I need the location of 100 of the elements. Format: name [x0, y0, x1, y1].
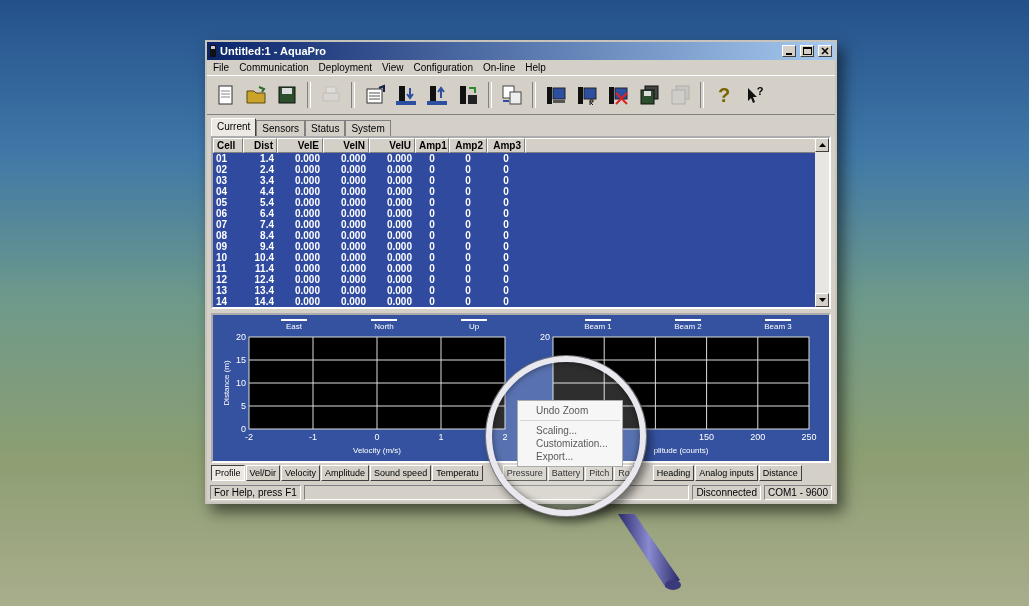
- table-cell-text: 05: [215, 197, 229, 208]
- menu-item[interactable]: Configuration: [413, 62, 473, 73]
- table-cell-text: 08: [215, 230, 229, 241]
- menu-item[interactable]: Export...: [518, 450, 622, 463]
- column-header[interactable]: Cell: [213, 138, 243, 153]
- tab[interactable]: Pressure: [502, 465, 547, 481]
- legend-line: [281, 319, 307, 321]
- table-cell-text: 0: [502, 219, 510, 230]
- tab[interactable]: System: [345, 120, 391, 136]
- y-tick-label: 5: [241, 401, 246, 411]
- menu-item[interactable]: Deployment: [318, 62, 372, 73]
- table-cell-text: 0.000: [293, 197, 321, 208]
- column-header[interactable]: Amp1: [415, 138, 449, 153]
- minimize-button[interactable]: [782, 45, 796, 57]
- column-header[interactable]: VelU: [369, 138, 415, 153]
- tab[interactable]: Temperatu: [432, 465, 483, 481]
- table-cell-text: 5.4: [259, 197, 275, 208]
- scrollbar[interactable]: [815, 138, 829, 307]
- close-button[interactable]: [818, 45, 832, 57]
- tab[interactable]: Velocity: [281, 465, 321, 481]
- x-tick-label: 250: [801, 432, 817, 442]
- table-cell-text: 0.000: [385, 175, 413, 186]
- table-cell-text: 1.4: [259, 153, 275, 164]
- table-cell-text: 03: [215, 175, 229, 186]
- tab[interactable]: Status: [305, 120, 346, 136]
- table-cell-text: 0: [464, 197, 472, 208]
- table-cell-text: 0.000: [293, 186, 321, 197]
- column-header[interactable]: VelN: [323, 138, 369, 153]
- table-cell-text: 0.000: [385, 252, 413, 263]
- connection-status: Disconnected: [692, 485, 761, 500]
- table-cell-text: 0.000: [385, 274, 413, 285]
- table-cell-text: 0: [502, 296, 510, 307]
- tab[interactable]: Heading: [652, 465, 695, 481]
- table-cell-text: 0: [464, 263, 472, 274]
- up-arrow-icon: [818, 143, 826, 147]
- table-cell-text: 13: [215, 285, 229, 296]
- table-cell-text: 02: [215, 164, 229, 175]
- table-cell-text: 0.000: [339, 208, 367, 219]
- scroll-down-button[interactable]: [815, 293, 829, 307]
- tab[interactable]: Amplitude: [321, 465, 370, 481]
- table-cell-text: 0: [464, 175, 472, 186]
- window-title: Untitled:1 - AquaPro: [220, 45, 327, 57]
- table-cell-text: 0.000: [339, 197, 367, 208]
- table-cell-text: 0: [464, 296, 472, 307]
- menu-item[interactable]: On-line: [482, 62, 516, 73]
- table-cell-text: 0.000: [293, 208, 321, 219]
- menu-item[interactable]: File: [213, 62, 230, 73]
- column-header[interactable]: Dist: [243, 138, 277, 153]
- table-cell-text: 0: [464, 230, 472, 241]
- table-cell-text: 04: [215, 186, 229, 197]
- table-cell-text: 0.000: [385, 164, 413, 175]
- table-cell-text: 0: [502, 164, 510, 175]
- table-cell-text: 14.4: [253, 296, 275, 307]
- tab[interactable]: Sensors: [256, 120, 306, 136]
- menu-item[interactable]: View: [381, 62, 404, 73]
- y-tick-label: 20: [540, 332, 550, 342]
- x-tick-label: -1: [309, 432, 317, 442]
- table-cell-text: 0.000: [385, 263, 413, 274]
- tab[interactable]: Profile: [211, 465, 245, 481]
- table-cell-text: 0: [502, 208, 510, 219]
- table-cell-text: 0: [464, 252, 472, 263]
- tab[interactable]: Current: [211, 118, 257, 136]
- table-cell-text: 0.000: [293, 219, 321, 230]
- table-cell-text: 11: [215, 263, 228, 274]
- table-cell-text: 0.000: [385, 296, 413, 307]
- scroll-up-button[interactable]: [815, 138, 829, 152]
- table-cell-text: 0.000: [385, 241, 413, 252]
- table-cell-text: 0: [428, 296, 436, 307]
- menu-item[interactable]: Communication: [239, 62, 309, 73]
- y-tick-label: 10: [236, 378, 246, 388]
- column-header[interactable]: Amp2: [449, 138, 487, 153]
- maximize-button[interactable]: [800, 45, 814, 57]
- table-cell-text: 0: [502, 197, 510, 208]
- close-icon: [821, 47, 829, 55]
- menu-item[interactable]: Customization...: [518, 437, 622, 450]
- table-cell-text: 0: [502, 263, 510, 274]
- table-cell-text: 0: [428, 252, 436, 263]
- tab[interactable]: Distance: [758, 465, 802, 481]
- table-cell-text: 0.000: [339, 263, 367, 274]
- tab[interactable]: Ro: [614, 465, 634, 481]
- menu-item[interactable]: Help: [525, 62, 546, 73]
- table-cell-text: 0.000: [293, 263, 321, 274]
- table-cell-text: 0: [428, 263, 436, 274]
- table-cell-text: 0: [428, 241, 436, 252]
- table-cell-text: 0.000: [339, 230, 367, 241]
- column-header[interactable]: VelE: [277, 138, 323, 153]
- tab[interactable]: Sound speed: [370, 465, 432, 481]
- table-cell-text: 0.000: [293, 230, 321, 241]
- column-header[interactable]: Amp3: [487, 138, 525, 153]
- table-cell-text: 0.000: [293, 274, 321, 285]
- tab[interactable]: Analog inputs: [695, 465, 758, 481]
- table-cell-text: 0.000: [385, 219, 413, 230]
- table-cell-text: 0.000: [293, 241, 321, 252]
- table-cell-text: 0: [464, 274, 472, 285]
- table-cell-text: 0.000: [385, 197, 413, 208]
- tab[interactable]: Vel/Dir: [245, 465, 281, 481]
- menu-item[interactable]: Undo Zoom: [518, 404, 622, 417]
- y-tick-label: 0: [241, 424, 246, 434]
- table-cell-text: 0: [428, 175, 436, 186]
- menu-item[interactable]: Scaling...: [518, 424, 622, 437]
